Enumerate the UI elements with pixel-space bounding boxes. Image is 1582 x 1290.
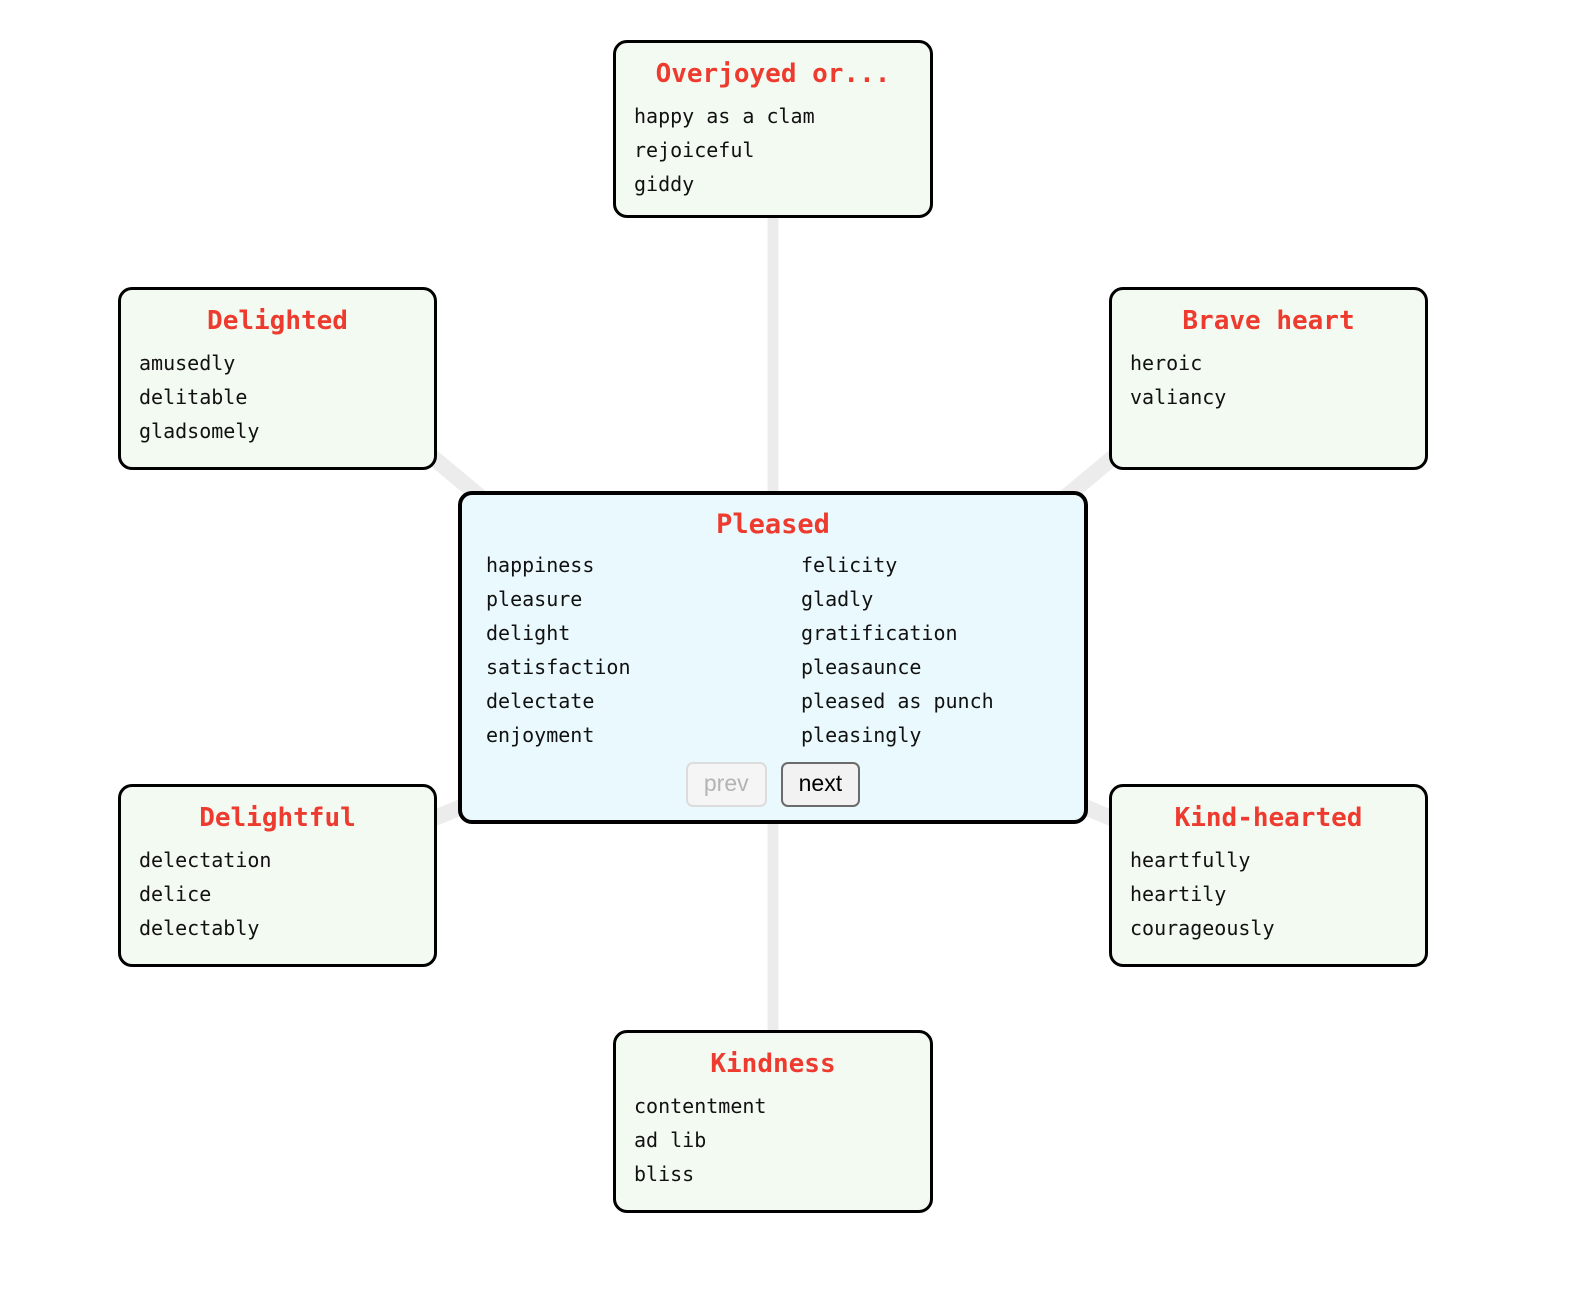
node-title: Kind-hearted — [1174, 803, 1363, 833]
center-node-title: Pleased — [716, 509, 830, 540]
word-item: gladsomely — [139, 419, 260, 443]
prev-button[interactable]: prev — [685, 762, 767, 807]
node-word-list: heroic valiancy — [1130, 346, 1407, 414]
word-item: ad lib — [634, 1128, 707, 1152]
word-item: delectably — [139, 916, 260, 940]
node-title: Delighted — [207, 306, 348, 336]
node-word-list: heartfully heartily courageously — [1130, 843, 1407, 945]
node-delighted[interactable]: Delighted amusedly delitable gladsomely — [118, 287, 437, 470]
node-word-list: happy as a clam rejoiceful giddy — [634, 99, 912, 201]
word-item: heartfully — [1130, 848, 1251, 872]
word-item: happy as a clam — [634, 104, 815, 128]
word-item: contentment — [634, 1094, 767, 1118]
node-word-list: amusedly delitable gladsomely — [139, 346, 416, 448]
next-button[interactable]: next — [780, 762, 861, 807]
word-item: pleasaunce — [801, 655, 922, 679]
mindmap-canvas: Overjoyed or... happy as a clam rejoicef… — [0, 0, 1582, 1290]
node-title: Brave heart — [1182, 306, 1355, 336]
node-title: Kindness — [710, 1049, 836, 1079]
word-item: heartily — [1130, 882, 1227, 906]
word-item: giddy — [634, 172, 695, 196]
word-item: happiness — [486, 553, 595, 577]
node-kind-hearted[interactable]: Kind-hearted heartfully heartily courage… — [1109, 784, 1428, 967]
center-word-list-right: felicity gladly gratification pleasaunce… — [801, 548, 994, 752]
word-item: satisfaction — [486, 655, 631, 679]
word-item: heroic — [1130, 351, 1203, 375]
center-node-pleased[interactable]: Pleased happiness pleasure delight satis… — [458, 491, 1088, 824]
word-item: bliss — [634, 1162, 695, 1186]
node-word-list: contentment ad lib bliss — [634, 1089, 912, 1191]
pagination-controls: prev next — [476, 762, 1070, 807]
word-item: courageously — [1130, 916, 1275, 940]
node-word-list: delectation delice delectably — [139, 843, 416, 945]
word-item: delitable — [139, 385, 248, 409]
center-word-columns: happiness pleasure delight satisfaction … — [476, 548, 1070, 752]
word-item: pleasingly — [801, 723, 922, 747]
word-item: enjoyment — [486, 723, 595, 747]
word-item: gratification — [801, 621, 958, 645]
word-item: felicity — [801, 553, 898, 577]
word-item: gladly — [801, 587, 874, 611]
word-item: delectate — [486, 689, 595, 713]
word-item: delight — [486, 621, 571, 645]
center-word-list-left: happiness pleasure delight satisfaction … — [486, 548, 801, 752]
node-kindness[interactable]: Kindness contentment ad lib bliss — [613, 1030, 933, 1213]
node-overjoyed[interactable]: Overjoyed or... happy as a clam rejoicef… — [613, 40, 933, 218]
word-item: pleasure — [486, 587, 583, 611]
word-item: delice — [139, 882, 212, 906]
word-item: delectation — [139, 848, 272, 872]
node-title: Overjoyed or... — [655, 59, 891, 89]
word-item: amusedly — [139, 351, 236, 375]
word-item: valiancy — [1130, 385, 1227, 409]
node-brave-heart[interactable]: Brave heart heroic valiancy — [1109, 287, 1428, 470]
node-title: Delightful — [199, 803, 356, 833]
word-item: pleased as punch — [801, 689, 994, 713]
node-delightful[interactable]: Delightful delectation delice delectably — [118, 784, 437, 967]
word-item: rejoiceful — [634, 138, 755, 162]
